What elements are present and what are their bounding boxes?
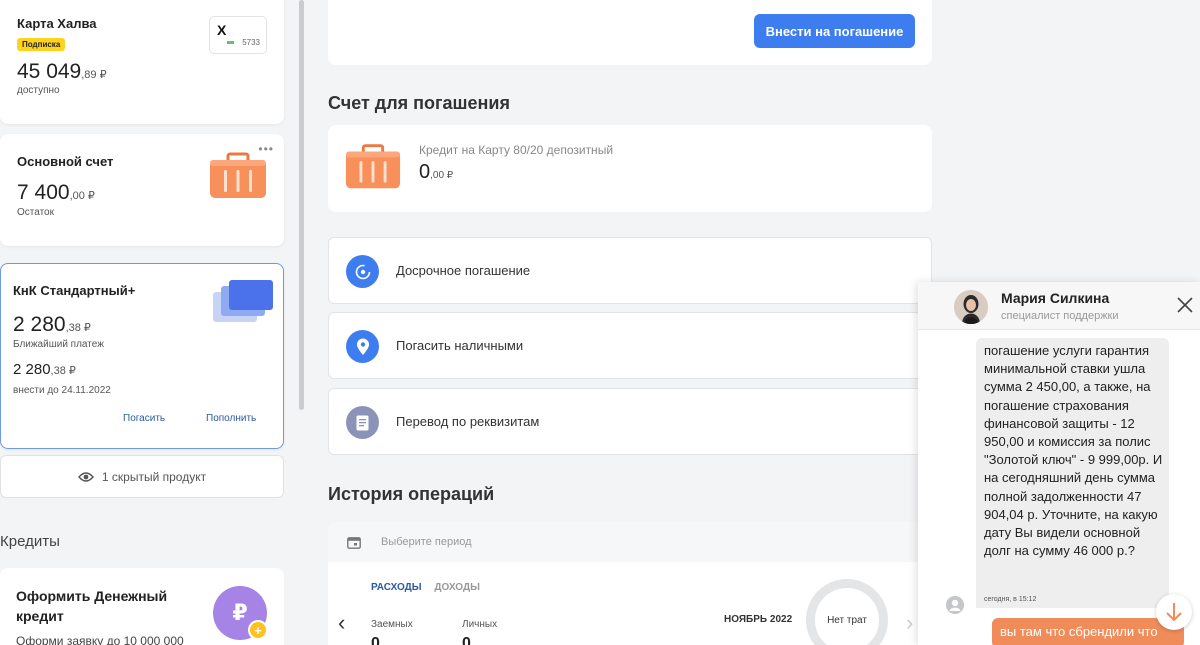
repay-account-card[interactable]: Кредит на Карту 80/20 депозитный 0,00 ₽ bbox=[328, 125, 932, 212]
main-account-title: Основной счет bbox=[17, 154, 114, 169]
card-last-digits: 5733 bbox=[242, 38, 260, 47]
agent-message-text: погашение услуги гарантия минимальной ст… bbox=[984, 343, 1163, 559]
plus-icon: + bbox=[248, 620, 268, 640]
halva-card[interactable]: Карта Халва Подписка 45 049,89 ₽ доступн… bbox=[0, 0, 284, 124]
option-label: Перевод по реквизитам bbox=[396, 414, 540, 429]
knk-due-date: внести до 24.11.2022 bbox=[13, 385, 111, 396]
products-sidebar: Карта Халва Подписка 45 049,89 ₽ доступн… bbox=[0, 0, 300, 645]
subscription-badge: Подписка bbox=[17, 38, 66, 51]
eye-icon bbox=[77, 471, 94, 482]
option-label: Досрочное погашение bbox=[396, 263, 531, 278]
briefcase-icon bbox=[210, 152, 266, 198]
period-picker[interactable]: Выберите период bbox=[328, 522, 932, 562]
halva-logo: Х bbox=[217, 22, 227, 38]
agent-name: Мария Силкина bbox=[1001, 290, 1110, 306]
main-account-card[interactable]: Основной счет ••• 7 400,00 ₽ Остаток bbox=[0, 134, 284, 246]
main-account-amount: 7 400,00 ₽ bbox=[17, 181, 95, 204]
spending-ring: Нет трат bbox=[806, 579, 888, 645]
support-chat-widget: Мария Силкина специалист поддержки погаш… bbox=[918, 282, 1200, 645]
history-panel: Выберите период РАСХОДЫ ДОХОДЫ ‹ Заемных… bbox=[328, 522, 932, 645]
tab-expenses[interactable]: РАСХОДЫ bbox=[371, 582, 422, 593]
hidden-products-button[interactable]: 1 скрытый продукт bbox=[0, 455, 284, 498]
history-tabs: РАСХОДЫ ДОХОДЫ bbox=[371, 582, 480, 593]
repay-account-label: Кредит на Карту 80/20 депозитный bbox=[419, 143, 614, 157]
chevron-left-icon[interactable]: ‹ bbox=[338, 610, 345, 636]
document-icon bbox=[346, 406, 379, 439]
agent-message: погашение услуги гарантия минимальной ст… bbox=[976, 338, 1169, 608]
cash-repayment-option[interactable]: Погасить наличными bbox=[328, 312, 932, 379]
history-title: История операций bbox=[328, 484, 495, 504]
bank-transfer-option[interactable]: Перевод по реквизитам bbox=[328, 388, 932, 455]
knk-topup-link[interactable]: Пополнить bbox=[206, 413, 256, 424]
message-time: сегодня, в 15:12 bbox=[984, 596, 1037, 603]
halva-card-thumbnail: Х 5733 bbox=[209, 16, 267, 54]
card-network-icon bbox=[227, 41, 234, 44]
repay-account-balance: 0,00 ₽ bbox=[419, 161, 454, 183]
arrow-down-icon bbox=[1166, 603, 1182, 622]
period-placeholder: Выберите период bbox=[381, 536, 472, 548]
card-stack-icon bbox=[213, 280, 273, 322]
chevron-right-icon[interactable]: › bbox=[906, 610, 913, 636]
knk-pay-link[interactable]: Погасить bbox=[123, 413, 165, 424]
halva-amount: 45 049,89 ₽ bbox=[17, 60, 107, 83]
agent-avatar bbox=[954, 290, 988, 324]
early-repayment-option[interactable]: Досрочное погашение bbox=[328, 237, 932, 304]
borrowed-label: Заемных bbox=[371, 619, 413, 630]
make-payment-button[interactable]: Внести на погашение bbox=[754, 14, 915, 48]
sidebar-scrollbar[interactable] bbox=[299, 0, 304, 410]
outgoing-message: вы там что сбрендили что bbox=[992, 618, 1184, 645]
option-label: Погасить наличными bbox=[396, 338, 524, 353]
close-icon[interactable] bbox=[1174, 294, 1196, 316]
knk-amount: 2 280,38 ₽ bbox=[13, 313, 91, 336]
chat-header: Мария Силкина специалист поддержки bbox=[918, 282, 1200, 330]
location-pin-icon bbox=[346, 330, 379, 363]
briefcase-icon bbox=[345, 144, 401, 189]
credit-offer-title: Оформить Денежный кредит bbox=[16, 588, 168, 624]
hidden-products-label: 1 скрытый продукт bbox=[101, 469, 207, 484]
personal-label: Личных bbox=[462, 619, 498, 630]
main-account-caption: Остаток bbox=[17, 207, 54, 218]
user-avatar-icon bbox=[946, 596, 964, 614]
tab-income[interactable]: ДОХОДЫ bbox=[434, 582, 480, 593]
halva-title: Карта Халва bbox=[17, 16, 97, 31]
current-month: НОЯБРЬ 2022 bbox=[724, 614, 793, 625]
knk-payment-amount: 2 280,38 ₽ bbox=[13, 361, 76, 378]
repay-top-panel: Внести на погашение bbox=[328, 0, 932, 65]
agent-role: специалист поддержки bbox=[1001, 310, 1119, 322]
cash-credit-offer-card[interactable]: Оформить Денежный кредит Оформи заявку д… bbox=[0, 568, 284, 645]
early-repay-icon bbox=[346, 255, 379, 288]
credit-offer-subtitle: Оформи заявку до 10 000 000 bbox=[16, 634, 184, 645]
knk-title: КнК Стандартный+ bbox=[13, 283, 136, 298]
scroll-down-button[interactable] bbox=[1156, 594, 1192, 630]
personal-value: 0 bbox=[462, 635, 471, 645]
repay-account-title: Счет для погашения bbox=[328, 93, 510, 113]
credits-section-title: Кредиты bbox=[0, 533, 60, 550]
borrowed-value: 0 bbox=[371, 635, 380, 645]
ring-label: Нет трат bbox=[827, 614, 867, 626]
knk-caption: Ближайший платеж bbox=[13, 339, 104, 350]
knk-card[interactable]: КнК Стандартный+ 2 280,38 ₽ Ближайший пл… bbox=[0, 263, 284, 449]
calendar-icon bbox=[347, 537, 361, 549]
halva-caption: доступно bbox=[17, 85, 60, 96]
